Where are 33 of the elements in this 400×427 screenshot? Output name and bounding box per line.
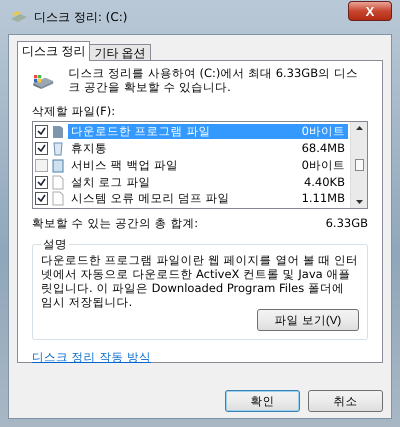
disk-cleanup-icon bbox=[10, 10, 28, 24]
files-label: 삭제할 파일(F): bbox=[32, 104, 116, 118]
checkbox[interactable] bbox=[35, 192, 48, 206]
scroll-up-icon[interactable] bbox=[356, 126, 362, 130]
file-icon bbox=[52, 174, 64, 190]
backup-icon bbox=[52, 158, 64, 173]
checkbox[interactable] bbox=[35, 158, 48, 172]
folder-icon bbox=[52, 124, 64, 140]
description-text: 다운로드한 프로그램 파일이란 웹 페이지를 열어 볼 때 인터넷에서 자동으로 다운로드한 ActiveX 컨트롤 및 Java 애플릿입니다. 이 파일은 Downloaded Program Files 폴더에 임시 저장됩니다. bbox=[41, 254, 359, 310]
file-list-item[interactable]: 시스템 오류 메모리 덤프 파일 1.11MB bbox=[68, 191, 348, 206]
total-label: 확보할 수 있는 공간의 총 합계: bbox=[32, 217, 198, 232]
window-title: 디스크 정리: (C:) bbox=[34, 8, 128, 26]
intro-text: 디스크 정리를 사용하여 (C:)에서 최대 6.33GB의 디스크 공간을 확보할 수 있습니다. bbox=[68, 67, 359, 95]
scroll-down-icon[interactable] bbox=[356, 200, 362, 204]
file-list-item[interactable]: 설치 로그 파일 4.40KB bbox=[68, 174, 348, 190]
dialog-button[interactable]: 확인 bbox=[225, 390, 300, 412]
scrollbar[interactable] bbox=[350, 122, 367, 208]
checkbox[interactable] bbox=[35, 142, 48, 156]
dialog-button[interactable]: 취소 bbox=[308, 390, 383, 412]
help-link[interactable]: 디스크 정리 작동 방식 bbox=[32, 350, 151, 366]
total-value: 6.33GB bbox=[326, 217, 368, 232]
file-list-item[interactable]: 서비스 팩 백업 파일 0바이트 bbox=[68, 158, 348, 173]
tab[interactable]: 기타 옵션 bbox=[89, 44, 151, 61]
checkbox[interactable] bbox=[35, 176, 48, 189]
file-list-item[interactable]: 휴지통 68.4MB bbox=[68, 141, 348, 156]
group-title: 설명 bbox=[42, 237, 68, 252]
tab[interactable]: 디스크 정리 bbox=[17, 41, 90, 61]
scroll-thumb[interactable] bbox=[354, 159, 364, 172]
recycle-bin-icon bbox=[52, 141, 64, 156]
view-files-button[interactable]: 파일 보기(V) bbox=[257, 309, 359, 332]
file-icon bbox=[52, 191, 64, 206]
close-button[interactable]: X bbox=[348, 1, 392, 21]
checkbox[interactable] bbox=[35, 125, 48, 138]
